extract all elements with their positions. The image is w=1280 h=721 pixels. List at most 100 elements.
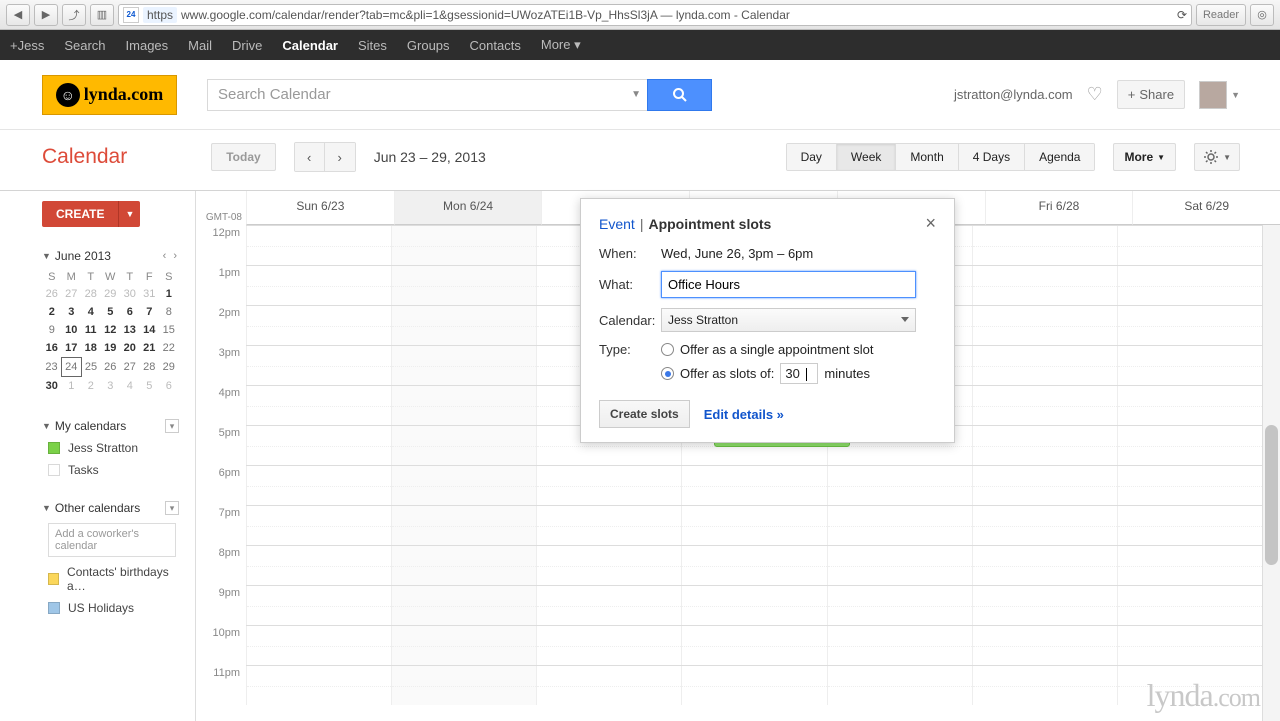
minicalendar[interactable]: SMTWTFS262728293031123456789101112131415… (42, 269, 179, 395)
time-cell[interactable] (972, 266, 1117, 305)
mini-day-30[interactable]: 30 (42, 377, 62, 396)
mini-day-1[interactable]: 1 (159, 285, 179, 303)
mini-day-18[interactable]: 18 (81, 339, 101, 358)
mini-day-27[interactable]: 27 (62, 285, 82, 303)
user-email[interactable]: jstratton@lynda.com (954, 87, 1073, 102)
time-cell[interactable] (972, 346, 1117, 385)
search-button[interactable] (647, 79, 712, 111)
day-header[interactable]: Fri 6/28 (985, 191, 1133, 225)
time-cell[interactable] (1117, 266, 1262, 305)
nav-sites[interactable]: Sites (358, 38, 387, 53)
mini-day-4[interactable]: 4 (81, 303, 101, 321)
back-button[interactable]: ◀ (6, 4, 30, 26)
time-cell[interactable] (827, 506, 972, 545)
time-cell[interactable] (972, 426, 1117, 465)
event-tab[interactable]: Event (599, 216, 635, 232)
mini-day-2[interactable]: 2 (81, 377, 101, 396)
time-cell[interactable] (536, 466, 681, 505)
time-cell[interactable] (827, 626, 972, 665)
mini-day-1[interactable]: 1 (62, 377, 82, 396)
calendar-item[interactable]: US Holidays (42, 593, 179, 615)
nav-groups[interactable]: Groups (407, 38, 450, 53)
mini-day-26[interactable]: 26 (42, 285, 62, 303)
time-cell[interactable] (391, 346, 536, 385)
other-calendars-header[interactable]: ▼Other calendars ▾ (42, 501, 179, 515)
notifications-icon[interactable]: ♡ (1087, 84, 1103, 105)
view-week[interactable]: Week (837, 144, 896, 170)
time-cell[interactable] (972, 226, 1117, 265)
more-button[interactable]: More▼ (1113, 143, 1176, 171)
time-cell[interactable] (391, 266, 536, 305)
time-cell[interactable] (681, 586, 826, 625)
address-bar[interactable]: 24 https www.google.com/calendar/render?… (118, 4, 1192, 26)
time-cell[interactable] (246, 346, 391, 385)
mini-day-13[interactable]: 13 (120, 321, 140, 339)
view-day[interactable]: Day (787, 144, 837, 170)
time-cell[interactable] (681, 466, 826, 505)
time-cell[interactable] (391, 426, 536, 465)
time-cell[interactable] (246, 506, 391, 545)
time-cell[interactable] (972, 466, 1117, 505)
time-cell[interactable] (972, 386, 1117, 425)
share-browser-button[interactable]: ⤴ (62, 4, 86, 26)
nav-search[interactable]: Search (64, 38, 105, 53)
mini-day-27[interactable]: 27 (120, 358, 140, 377)
mini-day-3[interactable]: 3 (101, 377, 121, 396)
my-calendars-header[interactable]: ▼My calendars ▾ (42, 419, 179, 433)
mini-day-9[interactable]: 9 (42, 321, 62, 339)
slot-duration-input[interactable]: 30 (780, 363, 818, 384)
minicalendar-month[interactable]: June 2013 (55, 249, 111, 263)
time-cell[interactable] (246, 466, 391, 505)
time-cell[interactable] (391, 466, 536, 505)
time-cell[interactable] (536, 546, 681, 585)
create-button[interactable]: CREATE ▼ (42, 201, 179, 227)
time-cell[interactable] (536, 506, 681, 545)
nav-contacts[interactable]: Contacts (470, 38, 521, 53)
time-cell[interactable] (972, 626, 1117, 665)
time-cell[interactable] (681, 546, 826, 585)
time-cell[interactable] (391, 226, 536, 265)
time-cell[interactable] (246, 226, 391, 265)
time-cell[interactable] (1117, 426, 1262, 465)
time-cell[interactable] (246, 546, 391, 585)
mini-day-16[interactable]: 16 (42, 339, 62, 358)
time-cell[interactable] (972, 306, 1117, 345)
mini-day-31[interactable]: 31 (140, 285, 160, 303)
view-agenda[interactable]: Agenda (1025, 144, 1094, 170)
view-4-days[interactable]: 4 Days (959, 144, 1025, 170)
mini-day-2[interactable]: 2 (42, 303, 62, 321)
mini-day-26[interactable]: 26 (101, 358, 121, 377)
nav-drive[interactable]: Drive (232, 38, 262, 53)
time-cell[interactable] (681, 506, 826, 545)
time-cell[interactable] (391, 506, 536, 545)
mini-day-15[interactable]: 15 (159, 321, 179, 339)
settings-button[interactable]: ▼ (1194, 143, 1240, 171)
time-cell[interactable] (536, 666, 681, 705)
type-single-radio[interactable]: Offer as a single appointment slot (661, 342, 873, 357)
next-period-button[interactable]: › (325, 143, 355, 171)
settings-browser-button[interactable]: ◎ (1250, 4, 1274, 26)
mini-day-5[interactable]: 5 (140, 377, 160, 396)
day-header[interactable]: Sat 6/29 (1132, 191, 1280, 225)
mini-day-25[interactable]: 25 (81, 358, 101, 377)
mini-day-29[interactable]: 29 (159, 358, 179, 377)
appointment-slots-tab[interactable]: Appointment slots (648, 216, 771, 232)
nav-jess[interactable]: +Jess (10, 38, 44, 53)
nav-mail[interactable]: Mail (188, 38, 212, 53)
time-cell[interactable] (246, 266, 391, 305)
edit-details-link[interactable]: Edit details » (704, 407, 784, 422)
time-cell[interactable] (1117, 546, 1262, 585)
time-cell[interactable] (246, 386, 391, 425)
share-button[interactable]: +Share (1117, 80, 1185, 109)
mini-day-6[interactable]: 6 (120, 303, 140, 321)
forward-button[interactable]: ▶ (34, 4, 58, 26)
scrollbar[interactable] (1262, 225, 1280, 721)
nav-more[interactable]: More ▾ (541, 37, 581, 53)
calendar-item[interactable]: Tasks (42, 455, 179, 477)
mini-day-24[interactable]: 24 (62, 358, 82, 377)
sidebar-browser-button[interactable]: ▥ (90, 4, 114, 26)
reload-icon[interactable]: ⟳ (1177, 8, 1187, 22)
mini-day-20[interactable]: 20 (120, 339, 140, 358)
mini-day-8[interactable]: 8 (159, 303, 179, 321)
create-dropdown[interactable]: ▼ (118, 201, 140, 227)
